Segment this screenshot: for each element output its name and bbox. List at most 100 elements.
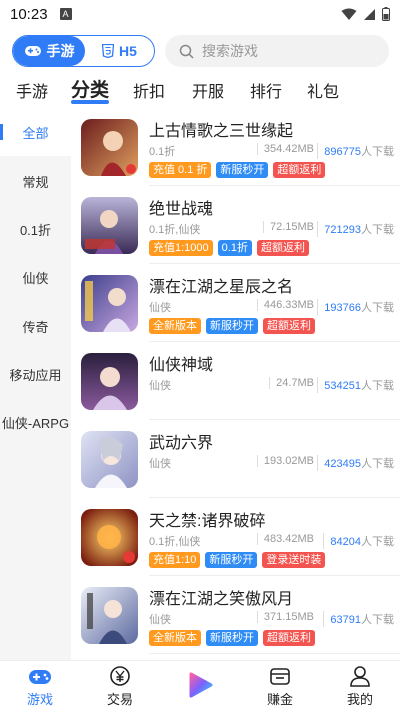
h5-toggle[interactable]: H5	[85, 36, 154, 66]
search-input[interactable]: 搜索游戏	[165, 35, 389, 67]
game-title: 漂在江湖之笑傲风月	[149, 591, 294, 608]
sidebar-item-xianxia-arpg[interactable]: 仙侠-ARPG	[0, 398, 71, 446]
game-icon	[81, 353, 138, 410]
tab-discount[interactable]: 折扣	[133, 78, 165, 102]
top-bar: 手游 H5 搜索游戏	[0, 33, 400, 69]
tag: 超额返利	[263, 318, 315, 334]
game-icon	[81, 587, 138, 644]
nav-earn[interactable]: 赚金	[250, 665, 310, 709]
game-title: 仙侠神域	[149, 357, 214, 374]
nav-profile-label: 我的	[346, 692, 373, 707]
game-tags: 充值1:1000 0.1折 超额返利	[149, 240, 309, 256]
download-suffix: 人下载	[361, 458, 394, 470]
tab-mobile-games[interactable]: 手游	[16, 78, 48, 102]
tag: 新服秒开	[216, 162, 269, 178]
nav-trade-label: 交易	[106, 692, 133, 707]
battery-icon	[382, 7, 390, 21]
game-size: 72.15MB	[262, 221, 314, 233]
platform-toggle: 手游 H5	[12, 35, 155, 67]
game-title: 天之禁:诸界破碎	[149, 513, 266, 530]
yen-coin-icon	[110, 666, 130, 686]
game-category: 0.1折,仙侠	[149, 224, 201, 236]
tab-categories[interactable]: 分类	[71, 75, 109, 102]
divider	[149, 653, 400, 654]
game-title: 上古情歌之三世缘起	[149, 123, 294, 140]
game-downloads: 896775人下载	[317, 143, 394, 159]
status-time: 10:23	[10, 5, 48, 23]
status-bar: 10:23 A	[0, 0, 400, 28]
search-icon	[179, 44, 194, 59]
active-tab-indicator	[71, 100, 109, 104]
list-item[interactable]: 漂在江湖之星辰之名 仙侠 446.33MB 193766人下载 全新版本 新服秒…	[71, 264, 400, 342]
nav-play[interactable]	[170, 671, 230, 710]
tab-rankings[interactable]: 排行	[250, 78, 282, 102]
tag: 登录送时装	[262, 552, 326, 568]
tab-new-servers[interactable]: 开服	[192, 78, 224, 102]
game-category: 0.1折,仙侠	[149, 536, 201, 548]
game-downloads: 534251人下载	[317, 377, 394, 393]
list-item[interactable]: 绝世战魂 0.1折,仙侠 72.15MB 721293人下载 充值1:1000 …	[71, 186, 400, 264]
sim-icon: A	[59, 8, 72, 20]
list-item[interactable]: 武动六界 仙侠 193.02MB 423495人下载	[71, 420, 400, 498]
category-tabs: 手游 分类 折扣 开服 排行 礼包	[0, 70, 400, 106]
sidebar-item-all[interactable]: 全部	[0, 108, 71, 156]
nav-games[interactable]: 游戏	[10, 665, 70, 709]
download-suffix: 人下载	[361, 302, 394, 314]
download-suffix: 人下载	[361, 224, 394, 236]
game-tags: 全新版本 新服秒开 超额返利	[149, 318, 315, 334]
sidebar-item-discount[interactable]: 0.1折	[0, 205, 71, 253]
game-downloads: 721293人下载	[317, 221, 394, 237]
tag: 新服秒开	[206, 630, 258, 646]
game-category: 仙侠	[149, 458, 171, 470]
game-meta: 仙侠 446.33MB 193766人下载	[149, 299, 394, 315]
download-count: 534251	[324, 380, 361, 392]
game-meta: 仙侠 371.15MB 63791人下载	[149, 611, 394, 627]
game-tags: 充值 0.1 折 新服秒开 超额返利	[149, 162, 326, 178]
sidebar-item-xianxia[interactable]: 仙侠	[0, 253, 71, 301]
nav-trade[interactable]: 交易	[90, 665, 150, 709]
game-size: 483.42MB	[256, 533, 314, 545]
game-meta: 0.1折,仙侠 72.15MB 721293人下载	[149, 221, 394, 237]
game-category: 仙侠	[149, 380, 171, 392]
list-item[interactable]: 仙侠神域 仙侠 24.7MB 534251人下载	[71, 342, 400, 420]
sidebar-item-legend[interactable]: 传奇	[0, 302, 71, 350]
mobile-game-toggle[interactable]: 手游	[13, 36, 85, 66]
list-item[interactable]: 上古情歌之三世缘起 0.1折 354.42MB 896775人下载 充值 0.1…	[71, 108, 400, 186]
download-count: 423495	[324, 458, 361, 470]
sidebar-item-mobile-apps[interactable]: 移动应用	[0, 350, 71, 398]
game-tags: 全新版本 新服秒开 超额返利	[149, 630, 315, 646]
nav-profile[interactable]: 我的	[330, 665, 390, 709]
game-icon	[81, 431, 138, 488]
nav-games-label: 游戏	[26, 692, 53, 707]
game-title: 武动六界	[149, 435, 214, 452]
download-suffix: 人下载	[361, 614, 394, 626]
game-size: 371.15MB	[256, 611, 314, 623]
download-count: 84204	[330, 536, 361, 548]
game-category: 仙侠	[149, 614, 171, 626]
play-icon	[189, 672, 213, 698]
nav-earn-label: 赚金	[266, 692, 293, 707]
list-item[interactable]: 漂在江湖之笑傲风月 仙侠 371.15MB 63791人下载 全新版本 新服秒开…	[71, 576, 400, 654]
game-title: 绝世战魂	[149, 201, 214, 218]
game-downloads: 63791人下载	[323, 611, 394, 627]
game-list: 上古情歌之三世缘起 0.1折 354.42MB 896775人下载 充值 0.1…	[71, 108, 400, 660]
mobile-game-label: 手游	[46, 43, 75, 59]
tag: 0.1折	[217, 240, 252, 256]
tag: 充值1:1000	[149, 240, 213, 256]
list-item[interactable]: 天之禁:诸界破碎 0.1折,仙侠 483.42MB 84204人下载 充值1:1…	[71, 498, 400, 576]
tag: 超额返利	[256, 240, 309, 256]
game-size: 354.42MB	[256, 143, 314, 155]
category-sidebar: 全部 常规 0.1折 仙侠 传奇 移动应用 仙侠-ARPG	[0, 108, 71, 660]
download-count: 896775	[324, 146, 361, 158]
download-suffix: 人下载	[361, 146, 394, 158]
wifi-icon	[341, 8, 357, 20]
game-size: 193.02MB	[256, 455, 314, 467]
game-icon	[81, 197, 138, 254]
download-count: 721293	[324, 224, 361, 236]
h5-label: H5	[119, 43, 137, 59]
sidebar-item-regular[interactable]: 常规	[0, 157, 71, 205]
game-downloads: 84204人下载	[323, 533, 394, 549]
game-size: 24.7MB	[269, 377, 314, 389]
tab-gifts[interactable]: 礼包	[307, 78, 339, 102]
tag: 新服秒开	[205, 552, 258, 568]
